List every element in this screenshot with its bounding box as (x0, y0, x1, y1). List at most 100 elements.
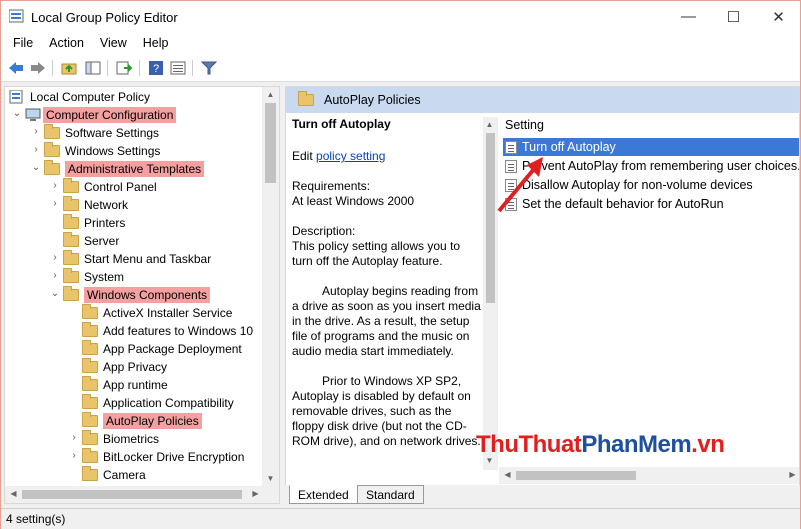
tree-node-autoplay[interactable]: AutoPlay Policies (82, 412, 202, 430)
details-header-title: AutoPlay Policies (324, 93, 421, 107)
tree-label: BitLocker Drive Encryption (103, 450, 245, 464)
tree-node-root[interactable]: Local Computer Policy (9, 88, 150, 106)
chevron-right-icon[interactable]: › (69, 433, 79, 443)
scroll-up-icon[interactable]: ▲ (262, 87, 279, 104)
tree-label: System (84, 270, 125, 284)
menu-view[interactable]: View (92, 36, 135, 50)
menu-action[interactable]: Action (41, 36, 92, 50)
tree-node-printers[interactable]: Printers (63, 214, 125, 232)
tree-node-server[interactable]: Server (63, 232, 119, 250)
forward-arrow-icon[interactable] (29, 59, 47, 77)
edit-policy-link[interactable]: policy setting (316, 149, 385, 163)
policy-description-panel: Turn off Autoplay Edit policy setting Re… (292, 117, 482, 464)
chevron-down-icon[interactable]: ⌄ (50, 289, 60, 299)
tree-vertical-scrollbar[interactable]: ▲ ▼ (262, 87, 279, 488)
tree-label: Camera (103, 468, 146, 482)
chevron-right-icon[interactable]: › (50, 253, 60, 263)
minimize-button[interactable]: — (666, 1, 711, 32)
show-hide-tree-icon[interactable] (84, 59, 102, 77)
tree-node-control-panel[interactable]: Control Panel (63, 178, 157, 196)
scroll-thumb[interactable] (265, 103, 276, 183)
tree-node-app-package[interactable]: App Package Deployment (82, 340, 242, 358)
policy-title: Turn off Autoplay (292, 117, 391, 131)
tree-node-add-features[interactable]: Add features to Windows 10 (82, 322, 253, 340)
folder-icon (63, 286, 79, 301)
scroll-right-icon[interactable]: ▶ (784, 467, 799, 484)
folder-icon (44, 124, 60, 139)
setting-column-header[interactable]: Setting (505, 118, 544, 132)
tree-label: ActiveX Installer Service (103, 306, 233, 320)
tree-node-app-privacy[interactable]: App Privacy (82, 358, 167, 376)
navigation-tree: Local Computer Policy ⌄ Computer Configu… (4, 86, 280, 504)
tree-node-system[interactable]: System (63, 268, 124, 286)
chevron-right-icon[interactable]: › (50, 271, 60, 281)
description: Description: This policy setting allows y… (292, 224, 461, 268)
tree-node-windows-components[interactable]: Windows Components (63, 286, 211, 304)
description-paragraph: Prior to Windows XP SP2, Autoplay is dis… (292, 374, 481, 448)
folder-icon (63, 232, 79, 247)
tree-node-network[interactable]: Network (63, 196, 128, 214)
tree-label: App runtime (103, 378, 168, 392)
folder-icon (82, 358, 98, 373)
tree-node-camera[interactable]: Camera (82, 466, 146, 484)
back-arrow-icon[interactable] (7, 59, 25, 77)
tree-node-windows-settings[interactable]: Windows Settings (44, 142, 160, 160)
scroll-thumb[interactable] (516, 471, 636, 480)
tree-node-start-menu[interactable]: Start Menu and Taskbar (63, 250, 211, 268)
tree-node-app-compat[interactable]: Application Compatibility (82, 394, 234, 412)
policy-editor-icon (8, 9, 25, 23)
window: Local Group Policy Editor — ☐ ✕ File Act… (0, 0, 801, 529)
tree-node-app-runtime[interactable]: App runtime (82, 376, 168, 394)
tree-label: Start Menu and Taskbar (84, 252, 212, 266)
requirements: Requirements: At least Windows 2000 (292, 179, 415, 208)
tree-node-bitlocker[interactable]: BitLocker Drive Encryption (82, 448, 244, 466)
maximize-button[interactable]: ☐ (711, 1, 756, 32)
scroll-left-icon[interactable]: ◀ (499, 467, 516, 484)
folder-icon (82, 412, 98, 427)
scroll-up-icon[interactable]: ▲ (482, 117, 497, 134)
chevron-right-icon[interactable]: › (69, 451, 79, 461)
properties-icon[interactable] (169, 59, 187, 77)
chevron-right-icon[interactable]: › (31, 145, 41, 155)
tree-label: Administrative Templates (65, 161, 205, 177)
folder-icon (82, 340, 98, 355)
tree-node-software-settings[interactable]: Software Settings (44, 124, 159, 142)
scroll-left-icon[interactable]: ◀ (5, 486, 22, 503)
tree-horizontal-scrollbar[interactable]: ◀ ▶ (5, 486, 264, 503)
watermark-logo: ThuThuatPhanMem.vn (476, 431, 725, 458)
help-icon[interactable]: ? (147, 59, 165, 77)
scroll-thumb[interactable] (22, 490, 242, 499)
tree-label: App Package Deployment (103, 342, 242, 356)
chevron-down-icon[interactable]: ⌄ (31, 163, 41, 173)
tab-standard[interactable]: Standard (357, 485, 424, 504)
chevron-right-icon[interactable]: › (50, 181, 60, 191)
export-list-icon[interactable] (115, 59, 133, 77)
tree-node-administrative-templates[interactable]: Administrative Templates (44, 160, 205, 178)
svg-text:?: ? (153, 63, 159, 75)
menu-file[interactable]: File (5, 36, 41, 50)
tree-label: Add features to Windows 10 (103, 324, 254, 338)
title-bar: Local Group Policy Editor — ☐ ✕ (1, 1, 800, 32)
chevron-right-icon[interactable]: › (31, 127, 41, 137)
chevron-right-icon[interactable]: › (50, 199, 60, 209)
folder-icon (82, 376, 98, 391)
tree-label: Biometrics (103, 432, 160, 446)
menu-help[interactable]: Help (135, 36, 177, 50)
tree-label: Application Compatibility (103, 396, 234, 410)
chevron-down-icon[interactable]: ⌄ (12, 109, 22, 119)
tree-label: AutoPlay Policies (103, 413, 202, 429)
tab-extended[interactable]: Extended (289, 485, 358, 504)
tree-node-biometrics[interactable]: Biometrics (82, 430, 159, 448)
toolbar: ? (1, 54, 800, 82)
tree-node-computer-configuration[interactable]: Computer Configuration (25, 106, 177, 124)
up-folder-icon[interactable] (60, 59, 78, 77)
folder-icon (82, 466, 98, 481)
computer-policy-icon (9, 89, 25, 104)
tree-label: Printers (84, 216, 126, 230)
tree-label: App Privacy (103, 360, 168, 374)
tree-node-activex[interactable]: ActiveX Installer Service (82, 304, 232, 322)
filter-icon[interactable] (200, 59, 218, 77)
close-button[interactable]: ✕ (756, 1, 801, 32)
settings-horizontal-scrollbar[interactable]: ◀ ▶ (499, 467, 799, 484)
tree-label: Local Computer Policy (30, 90, 151, 104)
